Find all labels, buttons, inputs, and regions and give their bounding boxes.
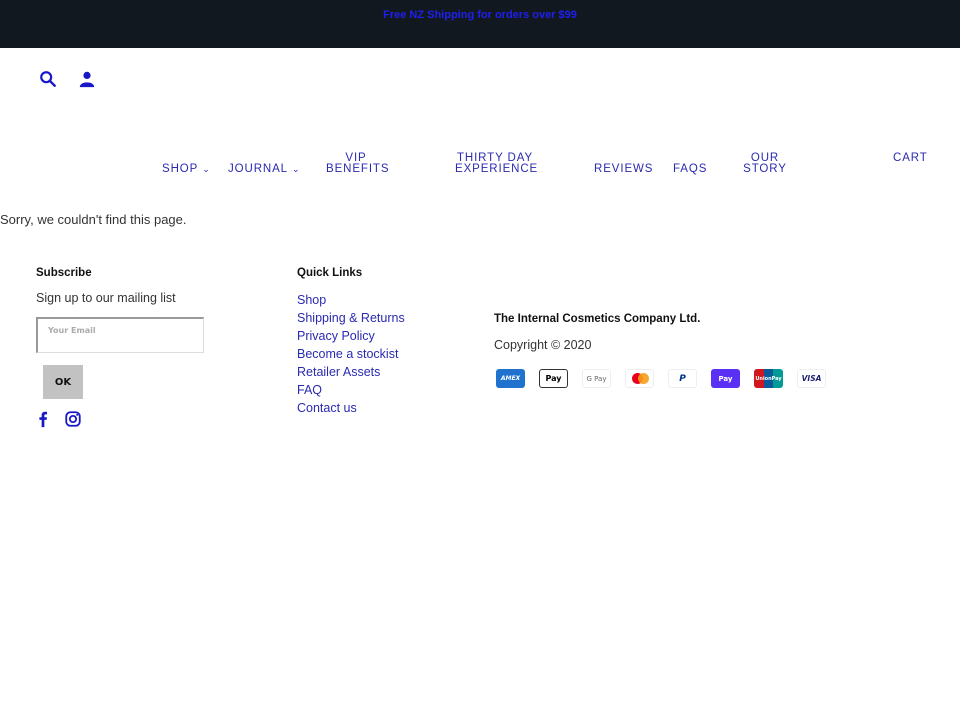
chevron-down-icon: ⌄ [291,164,301,174]
instagram-icon[interactable] [64,410,82,428]
nav-item-our-story[interactable]: Our Story [740,152,790,175]
nav-label: Our Story [743,152,787,175]
paypal-icon: P [668,369,697,388]
company-name: The Internal Cosmetics Company Ltd. [494,313,701,325]
google-pay-icon: G Pay [582,369,611,388]
email-input[interactable] [36,317,204,353]
nav-label: Journal [228,163,288,175]
quick-link-privacy-policy[interactable]: Privacy Policy [297,327,405,345]
union-pay-icon: UnionPay [754,369,783,388]
quick-link-shipping-returns[interactable]: Shipping & Returns [297,309,405,327]
account-icon[interactable] [78,70,96,88]
nav-item-thirty-day-experience[interactable]: Thirty Day Experience [455,152,539,175]
quick-links-list: Shop Shipping & Returns Privacy Policy B… [297,291,405,417]
nav-item-faqs[interactable]: FAQs [673,163,708,175]
cart-link[interactable]: Cart [893,152,928,164]
cart-label: Cart [893,152,928,164]
nav-label: Shop [162,163,199,175]
subscribe-title: Subscribe [36,267,92,279]
visa-icon: VISA [797,369,826,388]
quick-link-retailer-assets[interactable]: Retailer Assets [297,363,405,381]
apple-pay-icon: Pay [539,369,568,388]
copyright: Copyright © 2020 [494,338,592,352]
chevron-down-icon: ⌄ [202,164,211,174]
quick-link-faq[interactable]: FAQ [297,381,405,399]
shop-pay-icon: Pay [711,369,740,388]
announcement-text: Free NZ Shipping for orders over $99 [383,9,577,21]
facebook-icon[interactable] [34,410,52,428]
quick-links-title: Quick Links [297,267,363,279]
nav-item-shop[interactable]: Shop ⌄ [162,163,211,175]
nav-item-vip-benefits[interactable]: VIP Benefits [326,152,390,175]
main-nav: Shop ⌄ Journal ⌄ VIP Benefits Thirty Day E… [0,150,960,180]
nav-label: VIP Benefits [326,152,390,175]
quick-link-shop[interactable]: Shop [297,291,405,309]
subscribe-text: Sign up to our mailing list [36,291,176,305]
not-found-message: Sorry, we couldn't find this page. [0,212,187,227]
amex-icon: AMEX [496,369,525,388]
quick-link-contact-us[interactable]: Contact us [297,399,405,417]
announcement-bar: Free NZ Shipping for orders over $99 [0,0,960,48]
payment-methods: AMEX Pay G Pay P Pay UnionPay VISA [496,369,826,388]
quick-link-become-stockist[interactable]: Become a stockist [297,345,405,363]
mastercard-icon [625,369,654,388]
nav-label: Reviews [594,163,654,175]
nav-label: FAQs [673,163,708,175]
subscribe-ok-button[interactable]: OK [43,365,83,399]
nav-item-journal[interactable]: Journal ⌄ [228,163,301,175]
search-icon[interactable] [39,70,57,88]
nav-label: Thirty Day Experience [455,152,539,175]
nav-item-reviews[interactable]: Reviews [594,163,654,175]
